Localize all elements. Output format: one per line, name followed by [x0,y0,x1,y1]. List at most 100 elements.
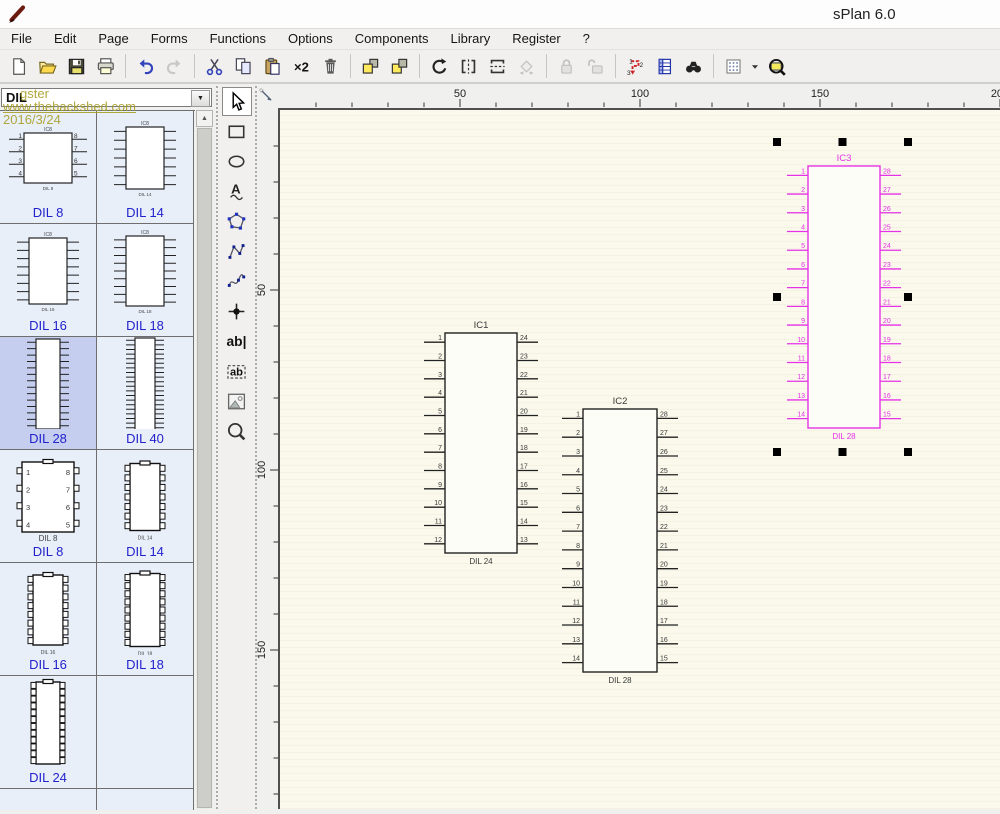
copy-button[interactable] [229,52,258,80]
toolbar-separator [546,54,547,78]
text-box-icon: ab [226,361,247,382]
paste-button[interactable] [258,52,287,80]
tool-image[interactable] [222,387,252,416]
main-toolbar: ×2 123 [0,50,1000,84]
menu-page[interactable]: Page [87,29,139,49]
svg-text:ab|: ab| [227,334,247,349]
tool-bezier[interactable] [222,267,252,296]
menu-register[interactable]: Register [501,29,571,49]
node-icon [226,301,247,322]
menu-file[interactable]: File [0,29,43,49]
rotate-button[interactable] [425,52,454,80]
menu-options[interactable]: Options [277,29,344,49]
search-button[interactable] [679,52,708,80]
svg-text:5: 5 [66,520,70,529]
zoom-area-button[interactable] [762,52,791,80]
delete-button[interactable] [316,52,345,80]
undo-icon [136,57,155,76]
ellipse-icon [226,151,247,172]
svg-text:8: 8 [66,468,70,477]
flip-button [512,52,541,80]
cut-button[interactable] [200,52,229,80]
horizontal-ruler: 50100150200 [278,86,1000,108]
schematic-page[interactable] [278,108,1000,809]
menu-components[interactable]: Components [344,29,440,49]
window-title: sPlan 6.0 [833,6,896,23]
tool-rectangle[interactable] [222,117,252,146]
tool-text-box[interactable]: ab [222,357,252,386]
library-filter-combobox[interactable]: DIL ▼ [1,88,212,107]
menu-library[interactable]: Library [439,29,501,49]
new-button[interactable] [4,52,33,80]
print-button[interactable] [91,52,120,80]
menu-functions[interactable]: Functions [199,29,277,49]
grid-dropdown-icon [748,57,762,76]
menu-forms[interactable]: Forms [140,29,199,49]
library-item-dil-14-package[interactable]: DIL 14DIL 14 [97,450,194,563]
library-item-dil-18-symbol[interactable]: IC8DIL 18DIL 18 [97,224,194,337]
library-scrollbar[interactable]: ▲ [196,110,213,809]
library-item-dil-16-package[interactable]: DIL 16DIL 16 [0,563,97,676]
svg-text:DIL 18: DIL 18 [138,652,153,656]
mirror-vertical-icon [488,57,507,76]
combobox-dropdown-button[interactable]: ▼ [191,90,210,107]
bring-front-button[interactable] [356,52,385,80]
svg-text:7: 7 [66,485,70,494]
new-icon [9,57,28,76]
library-item-dil-40-symbol[interactable]: IC8DIL 40DIL 40 [97,337,194,450]
special-form-icon: A [226,181,247,202]
mirror-vertical-button[interactable] [483,52,512,80]
library-cell-partial [97,789,194,810]
svg-text:DIL 16: DIL 16 [41,650,56,655]
duplicate-icon: ×2 [292,57,311,76]
duplicate-button[interactable]: ×2 [287,52,316,80]
library-item-dil-18-package[interactable]: DIL 18DIL 18 [97,563,194,676]
component-list-button[interactable] [650,52,679,80]
component-thumbnail: IC8DIL 40 [97,337,193,429]
save-button[interactable] [62,52,91,80]
menu-edit[interactable]: Edit [43,29,87,49]
tool-zoom[interactable] [222,417,252,446]
component-thumbnail: DIL 18 [97,563,193,655]
svg-text:8: 8 [74,133,78,140]
toolbar-separator [615,54,616,78]
send-back-button[interactable] [385,52,414,80]
polygon-icon [226,211,247,232]
library-item-dil-24-package[interactable]: DIL 24DIL 24 [0,676,97,789]
component-thumbnail: IC818273645DIL 8 [0,111,96,203]
scrollbar-thumb[interactable] [197,128,212,808]
mirror-horizontal-button[interactable] [454,52,483,80]
paste-icon [263,57,282,76]
tool-polyline[interactable] [222,237,252,266]
library-item-dil-28-symbol[interactable]: IC8DIL 28DIL 28 [0,337,97,450]
tool-special-form[interactable]: A [222,177,252,206]
library-item-label: DIL 14 [97,205,193,220]
grid-dropdown-button[interactable] [748,52,762,80]
unlock-button [581,52,610,80]
library-item-label: DIL 8 [0,544,96,559]
component-library-grid: IC818273645DIL 8DIL 8IC8DIL 14DIL 14IC8D… [0,110,195,809]
undo-button[interactable] [131,52,160,80]
tool-polygon[interactable] [222,207,252,236]
library-item-dil-14-symbol[interactable]: IC8DIL 14DIL 14 [97,111,194,224]
svg-text:IC8: IC8 [141,121,149,127]
tool-ellipse[interactable] [222,147,252,176]
library-item-dil-8-symbol[interactable]: IC818273645DIL 8 DIL 8 [0,111,97,224]
grid-button[interactable] [719,52,748,80]
library-item-label: DIL 8 [0,205,96,220]
toolbar-separator [194,54,195,78]
rotate-icon [430,57,449,76]
redo-button [160,52,189,80]
open-button[interactable] [33,52,62,80]
copy-icon [234,57,253,76]
app-icon [6,3,28,25]
print-icon [96,57,115,76]
renumber-button[interactable]: 123 [621,52,650,80]
tool-text[interactable]: ab| [222,327,252,356]
tool-pointer[interactable] [222,87,252,116]
library-item-dil-8-package[interactable]: 18273645DIL 8DIL 8 [0,450,97,563]
tool-node[interactable] [222,297,252,326]
scroll-up-button[interactable]: ▲ [196,110,213,127]
menu-help[interactable]: ? [572,29,601,49]
library-item-dil-16-symbol[interactable]: IC8DIL 16DIL 16 [0,224,97,337]
